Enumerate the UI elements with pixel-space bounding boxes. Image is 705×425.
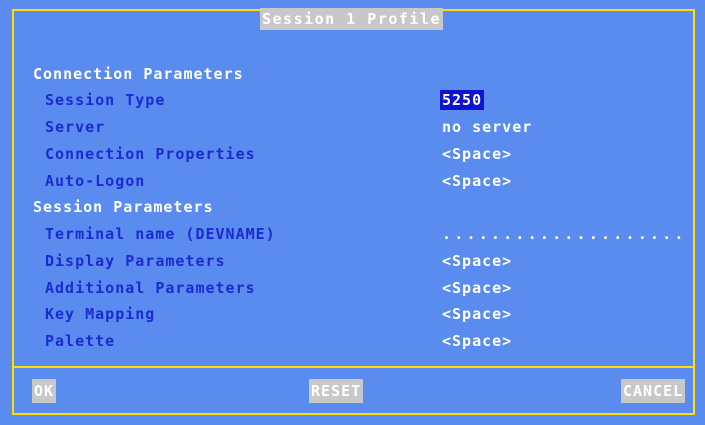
session-profile-screen: Session 1 Profile Connection Parameters …	[0, 0, 705, 425]
key-mapping-label: Key Mapping	[45, 305, 156, 323]
section-header-connection: Connection Parameters	[33, 65, 244, 83]
dialog-title: Session 1 Profile	[260, 8, 444, 30]
ok-button[interactable]: OK	[32, 379, 57, 403]
button-bar-divider	[12, 366, 695, 368]
terminal-name-field[interactable]: ....................	[442, 224, 687, 244]
auto-logon-label: Auto-Logon	[45, 172, 146, 190]
server-label: Server	[45, 118, 106, 136]
auto-logon-field[interactable]: <Space>	[442, 171, 512, 191]
display-parameters-field[interactable]: <Space>	[442, 251, 512, 271]
server-field[interactable]: no server	[442, 117, 532, 137]
additional-parameters-field[interactable]: <Space>	[442, 278, 512, 298]
additional-parameters-label: Additional Parameters	[45, 279, 256, 297]
connection-properties-label: Connection Properties	[45, 145, 256, 163]
connection-properties-field[interactable]: <Space>	[442, 144, 512, 164]
terminal-name-label: Terminal name (DEVNAME)	[45, 225, 276, 243]
palette-label: Palette	[45, 332, 116, 350]
palette-field[interactable]: <Space>	[442, 331, 512, 351]
session-type-label: Session Type	[45, 91, 166, 109]
session-type-field[interactable]: 5250	[440, 90, 485, 110]
section-header-session: Session Parameters	[33, 198, 214, 216]
cancel-button[interactable]: CANCEL	[621, 379, 686, 403]
reset-button[interactable]: RESET	[309, 379, 364, 403]
key-mapping-field[interactable]: <Space>	[442, 304, 512, 324]
display-parameters-label: Display Parameters	[45, 252, 226, 270]
